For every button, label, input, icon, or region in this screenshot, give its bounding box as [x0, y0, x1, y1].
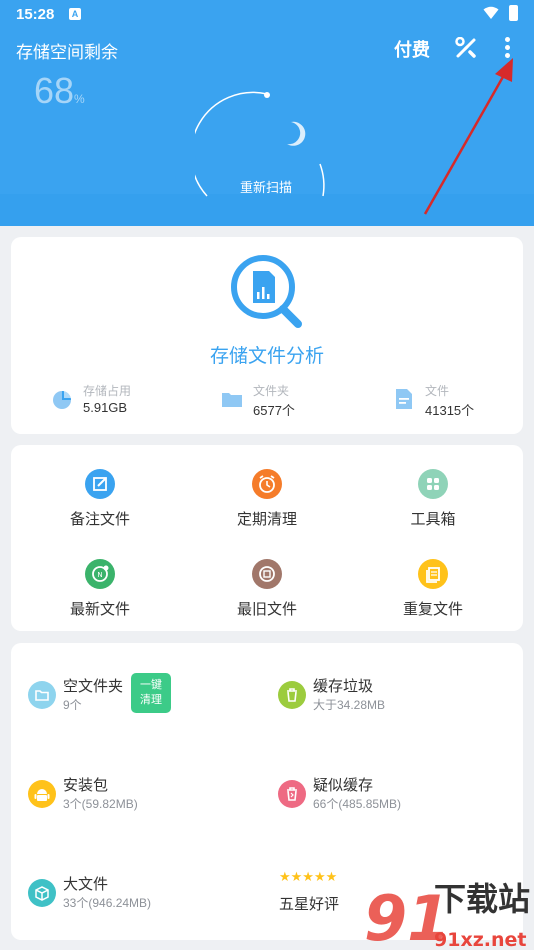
- empty-folder-icon: [28, 681, 56, 709]
- tool-scheduled-clean[interactable]: 定期清理: [212, 469, 322, 529]
- alarm-clock-icon: [252, 469, 282, 499]
- tool-label: 定期清理: [236, 511, 297, 528]
- cleanup-name: 空文件夹: [63, 678, 124, 695]
- stat-value: 5.91GB: [83, 400, 128, 415]
- stat-label: 文件夹: [253, 384, 290, 398]
- status-time: 15:28: [16, 6, 55, 23]
- rescan-button[interactable]: 重新扫描: [240, 177, 292, 196]
- tool-note-files[interactable]: 备注文件: [45, 469, 155, 529]
- tool-label: 重复文件: [402, 601, 463, 618]
- stat-value: 41315个: [425, 403, 475, 418]
- tool-oldest-files[interactable]: 最旧文件: [212, 559, 322, 619]
- newest-file-icon: N: [85, 559, 115, 589]
- wifi-icon: [483, 6, 499, 19]
- tool-duplicate-files[interactable]: 重复文件: [378, 559, 488, 619]
- header-bottom-strip: [0, 194, 534, 226]
- notification-a-icon: A: [69, 8, 81, 20]
- storage-analysis-title[interactable]: 存储文件分析: [11, 341, 523, 368]
- percent-value: 68: [34, 70, 75, 111]
- cleanup-suspect-cache[interactable]: 疑似缓存 66个(485.85MB): [278, 774, 478, 818]
- document-icon: [396, 389, 412, 409]
- storage-analysis-icon[interactable]: [228, 254, 308, 330]
- box-icon: [28, 879, 56, 907]
- storage-remaining-title: 存储空间剩余: [16, 43, 118, 62]
- cleanup-name: 安装包: [63, 777, 109, 794]
- oneclick-line2: 清理: [140, 694, 162, 706]
- android-icon: [28, 780, 56, 808]
- cleanup-sub: 66个(485.85MB): [313, 797, 402, 811]
- tool-label: 最旧文件: [236, 601, 297, 618]
- one-click-clean-button[interactable]: 一键 清理: [131, 673, 171, 713]
- more-options-icon[interactable]: [500, 35, 514, 61]
- storage-percent: 68%: [34, 70, 85, 112]
- storage-analysis-card: 存储文件分析 存储占用 5.91GB 文件夹 6577个 文件 41315个: [11, 237, 523, 434]
- cleanup-cache-junk[interactable]: 缓存垃圾 大于34.28MB: [278, 675, 478, 719]
- trash-icon: [278, 681, 306, 709]
- oldest-file-icon: [252, 559, 282, 589]
- duplicate-file-icon: [418, 559, 448, 589]
- cleanup-name: 疑似缓存: [313, 777, 374, 794]
- toolbox-icon: [418, 469, 448, 499]
- tool-label: 备注文件: [69, 511, 130, 528]
- suspect-trash-icon: [278, 780, 306, 808]
- stat-value: 6577个: [253, 403, 295, 418]
- folder-icon: [222, 393, 242, 407]
- pie-chart-icon: [53, 389, 73, 409]
- stat-label: 文件: [425, 384, 450, 398]
- cleanup-sub: 9个: [63, 698, 82, 712]
- status-bar: 15:28 A: [0, 0, 534, 28]
- note-edit-icon: [85, 469, 115, 499]
- cleanup-empty-folder[interactable]: 空文件夹 9个: [28, 675, 128, 719]
- oneclick-line1: 一键: [140, 679, 162, 691]
- tool-newest-files[interactable]: N 最新文件: [45, 559, 155, 619]
- tool-label: 最新文件: [69, 601, 130, 618]
- pay-button[interactable]: 付费: [394, 36, 430, 62]
- tool-toolbox[interactable]: 工具箱: [378, 469, 488, 529]
- battery-icon: [509, 5, 518, 21]
- stat-label: 存储占用: [83, 384, 132, 398]
- cleanup-name: 缓存垃圾: [313, 678, 374, 695]
- cleanup-name: 大文件: [63, 876, 109, 893]
- cleanup-apk[interactable]: 安装包 3个(59.82MB): [28, 774, 228, 818]
- five-star-icon: ★★★★★: [279, 869, 338, 884]
- storage-header: 15:28 A 存储空间剩余 68% 付费 重新扫描: [0, 0, 534, 226]
- svg-text:N: N: [97, 571, 102, 579]
- cleanup-big-files[interactable]: 大文件 33个(946.24MB): [28, 873, 228, 917]
- percent-unit: %: [74, 92, 85, 106]
- tools-card: 备注文件 定期清理 工具箱 N 最新文件 最旧文件 重复文件: [11, 445, 523, 631]
- cleanup-sub: 33个(946.24MB): [63, 896, 152, 910]
- cleanup-sub: 大于34.28MB: [313, 698, 386, 712]
- tool-label: 工具箱: [410, 511, 456, 528]
- cleanup-sub: 3个(59.82MB): [63, 797, 138, 811]
- five-star-rating-button[interactable]: 五星好评: [279, 893, 339, 914]
- tools-icon[interactable]: [455, 37, 477, 59]
- cleanup-card: 空文件夹 9个 一键 清理 缓存垃圾 大于34.28MB 安装包 3个(59.8…: [11, 643, 523, 940]
